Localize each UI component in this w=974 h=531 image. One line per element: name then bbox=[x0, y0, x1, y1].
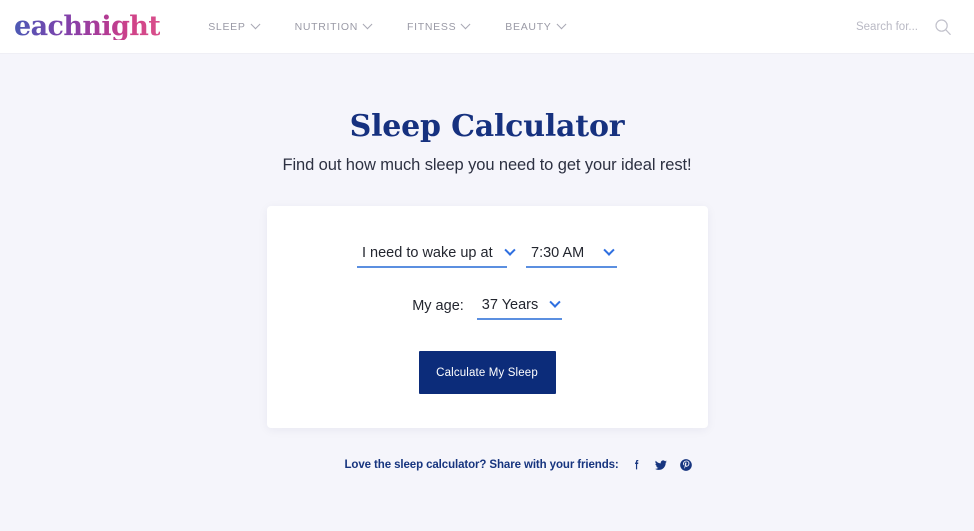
calculate-my-sleep-button[interactable]: Calculate My Sleep bbox=[418, 351, 556, 394]
nav-item-label: SLEEP bbox=[208, 20, 246, 33]
wake-time-value: 7:30 AM bbox=[531, 245, 585, 261]
page-title: Sleep Calculator bbox=[349, 109, 625, 144]
chevron-down-icon bbox=[503, 244, 516, 256]
page-subtitle: Find out how much sleep you need to get … bbox=[282, 156, 692, 174]
main-navigation: SLEEP NUTRITION FITNESS BEAUTY bbox=[190, 19, 582, 33]
facebook-icon[interactable] bbox=[629, 457, 644, 472]
wake-mode-select[interactable]: I need to wake up at bbox=[357, 244, 516, 268]
twitter-icon[interactable] bbox=[654, 457, 669, 472]
wake-mode-value: I need to wake up at bbox=[362, 245, 493, 261]
nav-item-label: FITNESS bbox=[407, 20, 457, 33]
site-header: eachnight SLEEP NUTRITION FITNESS BEAUTY bbox=[0, 0, 974, 54]
brand-logo[interactable]: eachnight bbox=[12, 13, 161, 40]
chevron-down-icon bbox=[362, 19, 373, 30]
nav-item-sleep[interactable]: SLEEP bbox=[190, 19, 276, 33]
sleep-calculator-card: I need to wake up at 7:30 AM My age: 37 … bbox=[266, 206, 708, 428]
search-icon[interactable] bbox=[932, 16, 954, 38]
header-search-area bbox=[798, 16, 962, 38]
share-row: Love the sleep calculator? Share with yo… bbox=[267, 457, 708, 472]
age-value: 37 Years bbox=[481, 297, 539, 313]
chevron-down-icon bbox=[603, 244, 615, 256]
calculator-row-mode-time: I need to wake up at 7:30 AM bbox=[357, 244, 617, 268]
nav-item-label: NUTRITION bbox=[294, 20, 359, 33]
chevron-down-icon bbox=[556, 19, 566, 30]
nav-item-beauty[interactable]: BEAUTY bbox=[487, 19, 582, 33]
nav-item-nutrition[interactable]: NUTRITION bbox=[277, 19, 389, 33]
age-select[interactable]: 37 Years bbox=[476, 296, 562, 320]
nav-item-fitness[interactable]: FITNESS bbox=[389, 19, 487, 33]
share-prompt: Love the sleep calculator? Share with yo… bbox=[344, 458, 619, 471]
calculator-row-age: My age: 37 Years bbox=[412, 296, 562, 320]
search-input[interactable] bbox=[798, 20, 918, 33]
nav-item-label: BEAUTY bbox=[505, 20, 552, 33]
page-content: Sleep Calculator Find out how much sleep… bbox=[0, 54, 974, 472]
chevron-down-icon bbox=[460, 19, 471, 30]
chevron-down-icon bbox=[250, 19, 261, 30]
age-label: My age: bbox=[412, 298, 464, 314]
chevron-down-icon bbox=[549, 296, 561, 308]
wake-time-select[interactable]: 7:30 AM bbox=[526, 244, 617, 268]
pinterest-icon[interactable] bbox=[679, 457, 694, 472]
